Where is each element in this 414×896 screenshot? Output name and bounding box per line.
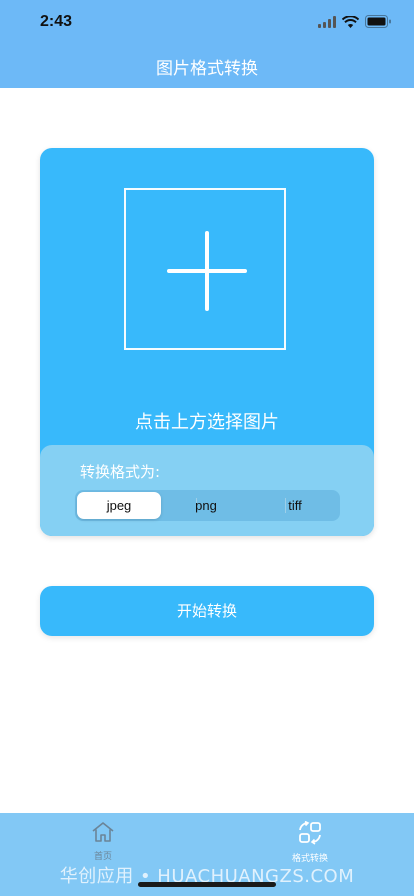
home-icon	[92, 822, 114, 842]
convert-icon	[299, 820, 321, 845]
pick-image-hint[interactable]: 点击上方选择图片	[40, 408, 374, 434]
battery-icon	[365, 15, 391, 28]
signal-icon	[318, 15, 336, 28]
format-label: 转换格式为:	[80, 463, 161, 481]
add-image-button[interactable]	[124, 188, 286, 350]
tab-convert[interactable]: 格式转换	[260, 820, 360, 864]
plus-icon-vertical	[205, 231, 209, 311]
image-picker-card: 点击上方选择图片 转换格式为: jpeg png tiff	[40, 148, 374, 536]
wifi-icon	[342, 15, 359, 28]
tab-home-label: 首页	[93, 852, 112, 862]
tab-home[interactable]: 首页	[53, 821, 153, 862]
start-convert-button[interactable]: 开始转换	[40, 586, 374, 636]
format-option-jpeg[interactable]: jpeg	[77, 492, 161, 519]
format-panel: 转换格式为: jpeg png tiff	[40, 445, 374, 536]
status-icons	[318, 15, 392, 28]
page-title: 图片格式转换	[156, 59, 258, 79]
top-bar: 2:43 图片格式转换	[0, 0, 414, 88]
tab-bar: 首页 格式转换 华创应用 • HUACHUANGZS.COM	[0, 813, 414, 896]
home-indicator	[138, 882, 276, 887]
format-option-png[interactable]: png	[164, 492, 248, 519]
format-option-tiff[interactable]: tiff	[253, 492, 337, 519]
status-bar: 2:43	[0, 0, 414, 44]
format-segmented-control: jpeg png tiff	[75, 490, 340, 521]
status-time: 2:43	[40, 13, 73, 30]
